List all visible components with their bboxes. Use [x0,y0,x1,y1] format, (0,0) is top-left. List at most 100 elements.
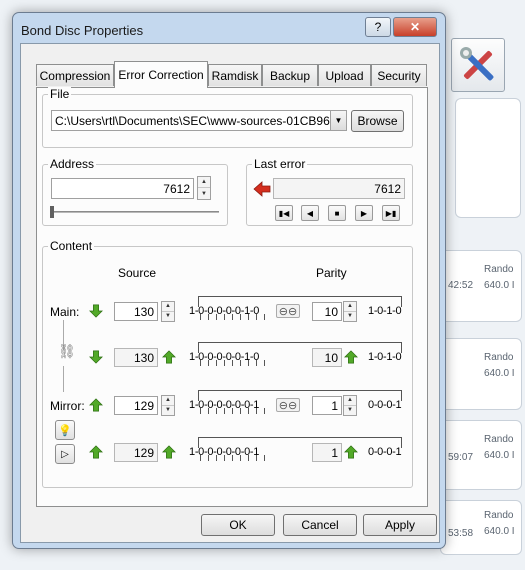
source-value-field[interactable]: 130 [114,302,158,321]
arrow-up-icon[interactable] [89,444,103,460]
spin-down-icon: ▼ [347,407,353,414]
address-slider-track[interactable] [51,211,219,213]
first-error-button[interactable]: ▮◀ [275,205,293,221]
address-slider-thumb[interactable] [50,206,54,218]
spin-up-icon: ▲ [162,396,174,406]
mirror-label: Mirror: [50,399,85,413]
source-spinner[interactable]: ▲ ▼ [161,301,175,322]
browse-button[interactable]: Browse [351,110,404,132]
background-label: 640.0 I [484,280,515,291]
skip-last-icon: ▶▮ [385,208,397,218]
background-label: Rando [484,264,514,275]
tab-compression[interactable]: Compression [36,64,114,86]
previous-error-button[interactable]: ◀ [301,205,319,221]
tab-security[interactable]: Security [371,64,427,86]
bit-tick [264,408,265,414]
tab-backup[interactable]: Backup [262,64,318,86]
background-label: 640.0 I [484,368,515,379]
previous-icon: ◀ [306,208,314,218]
skip-first-icon: ▮◀ [278,208,290,218]
file-path-combo[interactable]: C:\Users\rtl\Documents\SEC\www-sources-0… [51,110,347,131]
arrow-up-icon[interactable] [344,349,358,365]
source-header: Source [118,266,157,280]
chain-link-icon: ⛓ [58,343,76,359]
dialog-title: Bond Disc Properties [21,23,144,38]
cancel-button[interactable]: Cancel [283,514,357,536]
address-group-label: Address [48,157,97,171]
spin-down-icon: ▼ [347,313,353,320]
background-time: 59:07 [448,452,474,463]
stop-button[interactable]: ■ [328,205,346,221]
spin-up-icon: ▲ [162,302,174,312]
last-error-button[interactable]: ▶▮ [382,205,400,221]
file-group-label: File [48,87,72,101]
arrow-down-icon[interactable] [89,349,103,365]
next-icon: ▶ [360,208,368,218]
tools-icon [460,47,494,81]
arrow-down-icon[interactable] [89,303,103,319]
parity-value-field: 10 [312,348,342,367]
play-icon: ▷ [61,448,69,460]
parity-value-field[interactable]: 10 [312,302,342,321]
chevron-down-icon: ▼ [334,116,343,125]
spin-up-icon: ▲ [344,302,356,312]
parity-spinner[interactable]: ▲ ▼ [343,395,357,416]
parity-value-field: 1 [312,443,342,462]
file-path-text: C:\Users\rtl\Documents\SEC\www-sources-0… [55,113,347,128]
background-label: 640.0 I [484,526,515,537]
file-path-dropdown-button[interactable]: ▼ [330,111,346,130]
source-bits: 1-0-0-0-0-0-0-1 [189,446,260,458]
source-bits: 1-0-0-0-0-0-0-1 [189,399,260,411]
arrow-up-icon[interactable] [162,349,176,365]
last-error-group-label: Last error [252,157,308,171]
link-line [63,366,64,392]
link-toggle-button[interactable]: ⊖⊖ [276,304,300,318]
tab-upload[interactable]: Upload [318,64,371,86]
source-value-field: 130 [114,348,158,367]
source-value-field[interactable]: 129 [114,396,158,415]
next-error-button[interactable]: ▶ [355,205,373,221]
play-button[interactable]: ▷ [55,444,75,464]
background-label: Rando [484,510,514,521]
tools-button[interactable] [451,38,505,92]
arrow-up-icon[interactable] [344,444,358,460]
parity-bits: 0-0-0-1 [368,446,402,458]
parity-bits: 1-0-1-0 [368,305,402,317]
last-error-field: 7612 [273,178,405,199]
background-label: Rando [484,352,514,363]
source-bits: 1-0-0-0-0-0-1-0 [189,305,260,317]
source-spinner[interactable]: ▲ ▼ [161,395,175,416]
spin-down-icon: ▼ [165,407,171,414]
background-time: 53:58 [448,528,474,539]
address-spinner[interactable]: ▲ ▼ [197,176,211,200]
chain-icon: ⊖⊖ [278,305,298,318]
content-group-label: Content [48,239,95,253]
hint-button[interactable]: 💡 [55,420,75,440]
tab-error-correction[interactable]: Error Correction [114,61,208,88]
ok-button[interactable]: OK [201,514,275,536]
arrow-up-icon[interactable] [162,444,176,460]
help-button[interactable]: ? [365,17,391,37]
tab-ramdisk[interactable]: Ramdisk [208,64,262,86]
lightbulb-icon: 💡 [58,424,72,437]
spin-up-icon: ▲ [198,177,210,188]
background-panel [455,98,521,218]
bit-tick [264,455,265,461]
parity-spinner[interactable]: ▲ ▼ [343,301,357,322]
background-label: Rando [484,434,514,445]
error-arrow-icon [253,181,271,197]
bit-tick [264,360,265,366]
spin-down-icon: ▼ [201,190,207,197]
main-label: Main: [50,305,80,319]
close-button[interactable]: ✕ [393,17,437,37]
chain-icon: ⊖⊖ [278,399,298,412]
background-time: 42:52 [448,280,474,291]
spin-down-icon: ▼ [165,313,171,320]
apply-button[interactable]: Apply [363,514,437,536]
spin-up-icon: ▲ [344,396,356,406]
arrow-up-icon[interactable] [89,397,103,413]
parity-value-field[interactable]: 1 [312,396,342,415]
link-toggle-button[interactable]: ⊖⊖ [276,398,300,412]
parity-header: Parity [316,266,347,280]
address-input[interactable]: 7612 [51,178,194,199]
